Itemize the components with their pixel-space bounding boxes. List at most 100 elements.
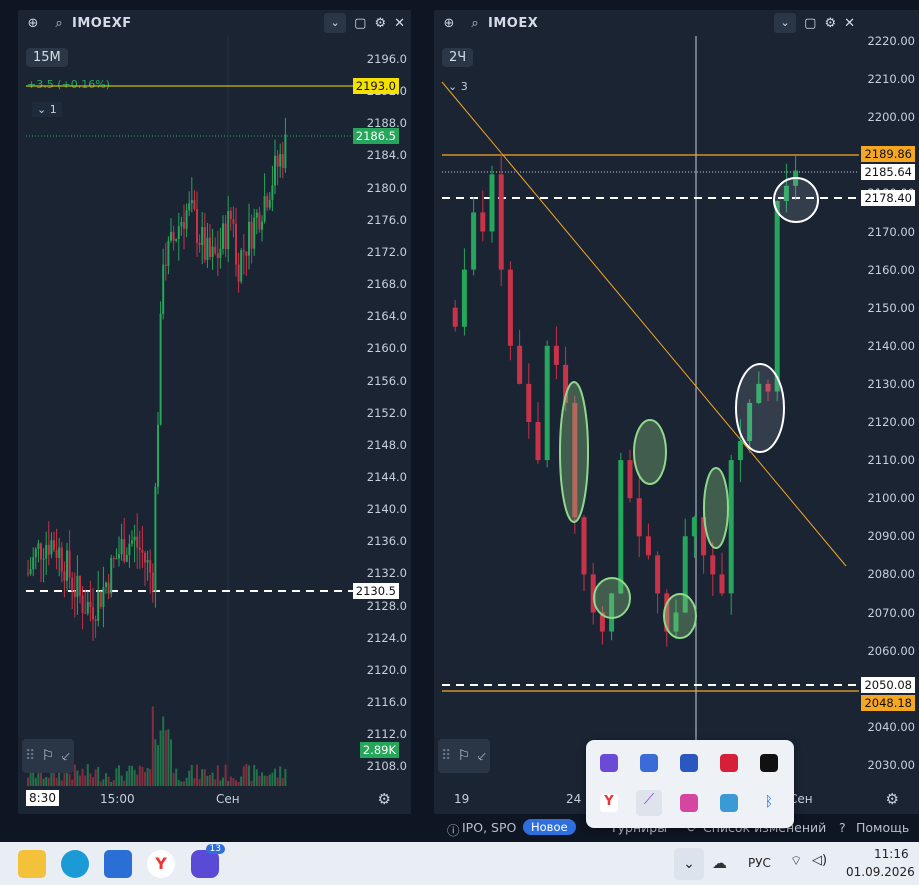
- yandex-icon[interactable]: Y: [600, 794, 618, 812]
- candle-body: [627, 460, 633, 499]
- file-explorer-icon[interactable]: [18, 850, 46, 878]
- candle-body: [29, 569, 32, 574]
- highlight-ellipse: [559, 381, 589, 523]
- drawing-tool-icon[interactable]: ⚐: [42, 748, 55, 764]
- highlight-ellipse: [593, 577, 631, 619]
- candle-body: [276, 155, 279, 167]
- volume-bar: [203, 769, 206, 786]
- right-y-tick: 2200.00: [867, 110, 915, 125]
- left-y-tick: 2112.0: [366, 727, 407, 742]
- candle-body: [55, 550, 58, 558]
- right-y-tick: 2120.00: [867, 415, 915, 429]
- pin-icon[interactable]: ⸔: [476, 747, 487, 766]
- left-price-level-tag: 2130.5: [352, 583, 399, 599]
- edge-icon[interactable]: [61, 850, 89, 878]
- candle-body: [47, 544, 50, 555]
- right-settings-icon[interactable]: ⚙: [886, 790, 899, 808]
- left-settings-icon[interactable]: ⚙: [378, 790, 391, 808]
- candle-body: [149, 560, 152, 573]
- candle-body: [250, 221, 253, 249]
- left-drawing-tools[interactable]: ⠿ ⚐ ⸔: [22, 739, 74, 773]
- tray-app-icon-1[interactable]: [600, 754, 618, 772]
- left-price-axis[interactable]: 2196.02192.02188.02184.02180.02176.02172…: [353, 36, 411, 786]
- candle-body: [544, 345, 550, 461]
- weather-icon[interactable]: ☁: [712, 854, 727, 872]
- bluetooth-icon[interactable]: ᛒ: [760, 794, 778, 812]
- volume-bar: [206, 775, 209, 786]
- right-tag-orange-low: 2048.18: [861, 695, 915, 711]
- candle-body: [63, 571, 66, 581]
- right-y-tick: 2220.00: [867, 34, 915, 48]
- shield-icon[interactable]: [720, 794, 738, 812]
- candle-body: [157, 424, 159, 487]
- tray-overflow-popup: Y ⟋ ᛒ: [586, 740, 794, 828]
- close-icon[interactable]: ✕: [394, 16, 405, 31]
- candle-body: [68, 550, 71, 578]
- drag-handle-icon[interactable]: ⠿: [25, 748, 35, 764]
- right-y-tick: 2130.00: [867, 376, 915, 391]
- candle-body: [774, 201, 780, 392]
- candle-body: [71, 577, 74, 592]
- right-drawing-tools[interactable]: ⠿ ⚐ ⸔: [438, 739, 490, 773]
- tray-app-icon-2[interactable]: [640, 754, 658, 772]
- left-candles: [26, 36, 353, 786]
- candle-body: [219, 248, 222, 259]
- messenger-icon[interactable]: 13: [191, 844, 225, 878]
- window-icon[interactable]: ▢: [354, 16, 366, 31]
- left-y-tick: 2156.0: [366, 373, 407, 388]
- volume-bar: [73, 764, 76, 786]
- candle-body: [710, 555, 716, 575]
- pin-icon[interactable]: ⸔: [60, 747, 71, 766]
- right-y-tick: 2060.00: [867, 643, 915, 658]
- candle-body: [146, 560, 149, 563]
- tray-app-icon-4[interactable]: [720, 754, 738, 772]
- pen-icon[interactable]: ⟋: [636, 790, 662, 816]
- candle-body: [719, 574, 725, 594]
- candle-body: [37, 543, 40, 549]
- drawing-tool-icon[interactable]: ⚐: [458, 748, 471, 764]
- tray-app-icon-5[interactable]: [760, 754, 778, 772]
- candle-body: [498, 174, 504, 270]
- store-icon[interactable]: [104, 850, 132, 878]
- volume-icon[interactable]: ◁): [812, 853, 827, 868]
- candle-body: [86, 601, 89, 614]
- volume-bar: [86, 764, 89, 786]
- volume-bar: [47, 777, 50, 786]
- candle-body: [89, 601, 92, 608]
- left-time-axis[interactable]: 8:30 15:00 Сен ⚙: [18, 786, 411, 814]
- yandex-browser-icon[interactable]: Y: [147, 850, 175, 878]
- ipo-link[interactable]: IPO, SPO: [462, 820, 516, 835]
- candle-body: [177, 226, 180, 240]
- candle-body: [94, 619, 97, 621]
- wifi-icon[interactable]: ⌔: [790, 853, 802, 869]
- volume-bar: [255, 769, 258, 786]
- candle-body: [102, 586, 105, 608]
- candle-body: [224, 223, 227, 250]
- left-y-tick: 2132.0: [366, 566, 407, 581]
- candle-body: [73, 591, 76, 597]
- volume-bar: [281, 777, 284, 786]
- candle-body: [268, 199, 271, 208]
- clock-time[interactable]: 11:16: [874, 847, 909, 861]
- left-y-tick: 2164.0: [366, 309, 407, 324]
- candle-body: [261, 221, 263, 230]
- candle-body: [131, 540, 133, 544]
- tray-app-icon-3[interactable]: [680, 754, 698, 772]
- volume-bar: [266, 776, 269, 786]
- language-indicator[interactable]: РУС: [748, 856, 771, 870]
- volume-bar: [175, 768, 178, 786]
- tray-app-icon-8[interactable]: [680, 794, 698, 812]
- volume-bar: [37, 773, 40, 786]
- clock-date[interactable]: 01.09.2026: [846, 865, 915, 879]
- drag-handle-icon[interactable]: ⠿: [441, 748, 451, 764]
- right-chart-panel[interactable]: ⊕ ⌕ IMOEX ⌄ ▢ ⚙ ✕ 2Ч ⌄ 3 2220.00 2210.00 2…: [434, 10, 919, 814]
- help-link[interactable]: Помощь: [856, 820, 909, 835]
- candle-body: [214, 246, 217, 254]
- right-y-tick: 2210.00: [867, 72, 915, 87]
- chevron-up-icon[interactable]: ⌄: [674, 848, 704, 880]
- volume-bar: [167, 729, 170, 786]
- left-chart-panel[interactable]: ⊕ ⌕ IMOEXF ⌄ ▢ ⚙ ✕ 15M +3.5 (+0.16%) ⌄ 1…: [18, 10, 411, 814]
- candle-body: [489, 174, 495, 232]
- volume-bar: [125, 771, 128, 786]
- gear-icon[interactable]: ⚙: [374, 16, 386, 31]
